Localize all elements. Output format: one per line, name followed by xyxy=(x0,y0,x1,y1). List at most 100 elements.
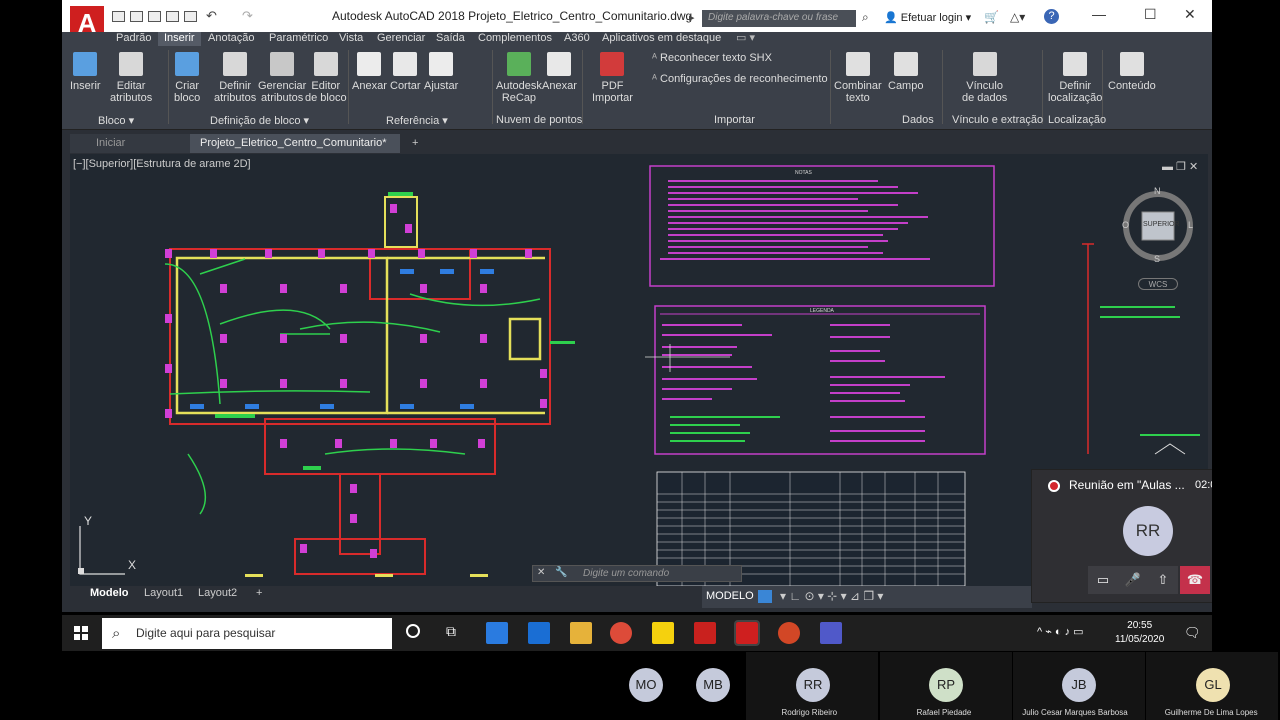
model-space-toggle[interactable]: MODELO xyxy=(706,590,754,602)
ribbon-button-11[interactable]: PDF Importar xyxy=(592,52,633,104)
ribbon-button-14[interactable]: Vínculo de dados xyxy=(962,52,1007,104)
sticky-notes-icon[interactable] xyxy=(652,622,674,644)
tab-modelo[interactable]: Modelo xyxy=(82,586,137,602)
share-screen-icon[interactable]: ⇧ xyxy=(1148,566,1178,594)
chrome-icon[interactable] xyxy=(610,622,632,644)
tab-layout2[interactable]: Layout2 xyxy=(190,586,245,602)
recognition-settings-button[interactable]: ᴬ Configurações de reconhecimento xyxy=(652,73,828,85)
save-as-icon[interactable] xyxy=(166,11,179,22)
notifications-icon[interactable]: 🗨 xyxy=(1184,625,1201,641)
participant-avatar[interactable]: RR xyxy=(796,668,830,702)
ribbon-button-9[interactable]: Autodesk ReCap xyxy=(496,52,542,104)
compass-s[interactable]: S xyxy=(1154,254,1160,264)
compass-o[interactable]: O xyxy=(1122,220,1129,230)
wrench-icon[interactable]: 🔧 xyxy=(555,567,567,578)
task-view-icon[interactable]: ⧉ xyxy=(446,623,456,640)
ribbon-button-5[interactable]: Editor de bloco xyxy=(305,52,347,104)
maximize-button[interactable]: ☐ xyxy=(1144,6,1157,23)
snap-icon[interactable]: ▾ ∟ ⊙ ▾ ⊹ ▾ ⊿ ❐ ▾ xyxy=(780,589,883,603)
windows-start-icon[interactable] xyxy=(74,626,88,640)
hang-up-button[interactable]: ☎ xyxy=(1180,566,1210,594)
compass-n[interactable]: N xyxy=(1154,186,1161,196)
redo-icon[interactable]: ↷ xyxy=(242,8,253,24)
search-arrow-icon[interactable]: ▸ xyxy=(689,11,695,24)
compass-l[interactable]: L xyxy=(1188,220,1193,230)
ribbon-panel-title[interactable]: Importar xyxy=(714,114,755,126)
ribbon-button-2[interactable]: Criar bloco xyxy=(174,52,200,104)
login-button[interactable]: 👤 Efetuar login ▾ xyxy=(884,11,971,24)
ribbon-button-13[interactable]: Campo xyxy=(888,52,923,92)
ribbon-button-15[interactable]: Definir localização xyxy=(1048,52,1102,104)
ribbon-button-4[interactable]: Gerenciar atributos xyxy=(258,52,306,104)
ribbon-panel-title[interactable]: Nuvem de pontos xyxy=(496,114,582,126)
ribbon-panel-title[interactable]: Dados xyxy=(902,114,934,126)
exchange-icon[interactable]: △▾ xyxy=(1010,10,1025,24)
tab-complementos[interactable]: Complementos xyxy=(478,32,552,46)
system-tray-icons[interactable]: ^ ⌁ ◐ ♪ ▭ xyxy=(1037,625,1084,638)
teams-icon[interactable] xyxy=(820,622,842,644)
command-line[interactable]: ✕ 🔧 Digite um comando xyxy=(532,565,742,582)
tab-aplicativos[interactable]: Aplicativos em destaque xyxy=(602,32,721,46)
add-layout-button[interactable]: + xyxy=(248,586,270,602)
new-tab-button[interactable]: + xyxy=(402,134,428,153)
tab-a360[interactable]: A360 xyxy=(564,32,590,46)
mail-icon[interactable] xyxy=(528,622,550,644)
tab-start[interactable]: Iniciar xyxy=(70,134,190,153)
ribbon-options-icon[interactable]: ▭ ▾ xyxy=(736,32,755,46)
powerpoint-icon[interactable] xyxy=(778,622,800,644)
ribbon-panel-title[interactable]: Vínculo e extração xyxy=(952,114,1043,126)
acrobat-icon[interactable] xyxy=(694,622,716,644)
print-icon[interactable] xyxy=(184,11,197,22)
ribbon-button-6[interactable]: Anexar xyxy=(352,52,387,92)
ribbon-panel-title[interactable]: Localização xyxy=(1048,114,1106,126)
ribbon-panel-title[interactable]: Referência ▾ xyxy=(386,114,448,127)
store-icon[interactable] xyxy=(486,622,508,644)
tab-vista[interactable]: Vista xyxy=(339,32,363,46)
ribbon-button-3[interactable]: Definir atributos xyxy=(214,52,256,104)
command-input[interactable]: Digite um comando xyxy=(583,568,669,579)
tab-active-drawing[interactable]: Projeto_Eletrico_Centro_Comunitario* xyxy=(190,134,400,153)
ribbon-panel-title[interactable]: Definição de bloco ▾ xyxy=(210,114,309,127)
taskbar-clock[interactable]: 20:55 11/05/2020 xyxy=(1115,619,1164,647)
tab-anotacao[interactable]: Anotação xyxy=(208,32,254,46)
ribbon-button-8[interactable]: Ajustar xyxy=(424,52,458,92)
wcs-menu[interactable]: WCS xyxy=(1138,278,1178,290)
help-icon[interactable]: ? xyxy=(1044,9,1059,24)
tab-inserir[interactable]: Inserir xyxy=(158,32,201,46)
keyword-search-input[interactable]: Digite palavra-chave ou frase xyxy=(702,10,856,27)
ribbon-button-1[interactable]: Editar atributos xyxy=(110,52,152,104)
new-file-icon[interactable] xyxy=(112,11,125,22)
autocad-taskbar-icon[interactable] xyxy=(734,620,760,646)
cortana-icon[interactable] xyxy=(406,624,420,638)
tab-parametrico[interactable]: Paramétrico xyxy=(269,32,328,46)
file-explorer-icon[interactable] xyxy=(570,622,592,644)
search-icon[interactable]: ⌕ xyxy=(862,10,869,25)
shx-recognize-button[interactable]: ᴬ Reconhecer texto SHX xyxy=(652,52,772,64)
participant-avatar[interactable]: RP xyxy=(929,668,963,702)
ribbon-panel-title[interactable]: Bloco ▾ xyxy=(98,114,134,127)
participant-avatar[interactable]: GL xyxy=(1196,668,1230,702)
tab-saida[interactable]: Saída xyxy=(436,32,465,46)
ribbon-button-16[interactable]: Conteúdo xyxy=(1108,52,1156,92)
viewcube-top-face[interactable]: SUPERIOR xyxy=(1143,221,1180,228)
cart-icon[interactable]: 🛒 xyxy=(984,10,999,24)
teams-meeting-popup[interactable]: Reunião em "Aulas ... 02:00:26 – RR ▭ 🎤 … xyxy=(1031,469,1212,603)
open-file-icon[interactable] xyxy=(130,11,143,22)
close-cmdline-icon[interactable]: ✕ xyxy=(537,567,545,578)
ribbon-button-12[interactable]: Combinar texto xyxy=(834,52,882,104)
camera-off-icon[interactable]: ▭ xyxy=(1088,566,1118,594)
tab-gerenciar[interactable]: Gerenciar xyxy=(377,32,425,46)
taskbar-search-input[interactable]: ⌕ Digite aqui para pesquisar xyxy=(102,618,392,649)
participant-avatar[interactable]: MB xyxy=(696,668,730,702)
ribbon-button-10[interactable]: Anexar xyxy=(542,52,577,92)
participant-avatar[interactable]: MO xyxy=(629,668,663,702)
ribbon-button-0[interactable]: Inserir xyxy=(70,52,101,92)
participant-avatar[interactable]: JB xyxy=(1062,668,1096,702)
ribbon-button-7[interactable]: Cortar xyxy=(390,52,421,92)
tab-layout1[interactable]: Layout1 xyxy=(136,586,191,602)
microphone-icon[interactable]: 🎤 xyxy=(1118,566,1148,594)
close-window-button[interactable]: ✕ xyxy=(1184,6,1196,23)
grid-icon[interactable] xyxy=(758,590,772,603)
tab-padrao[interactable]: Padrão xyxy=(116,32,151,46)
save-icon[interactable] xyxy=(148,11,161,22)
